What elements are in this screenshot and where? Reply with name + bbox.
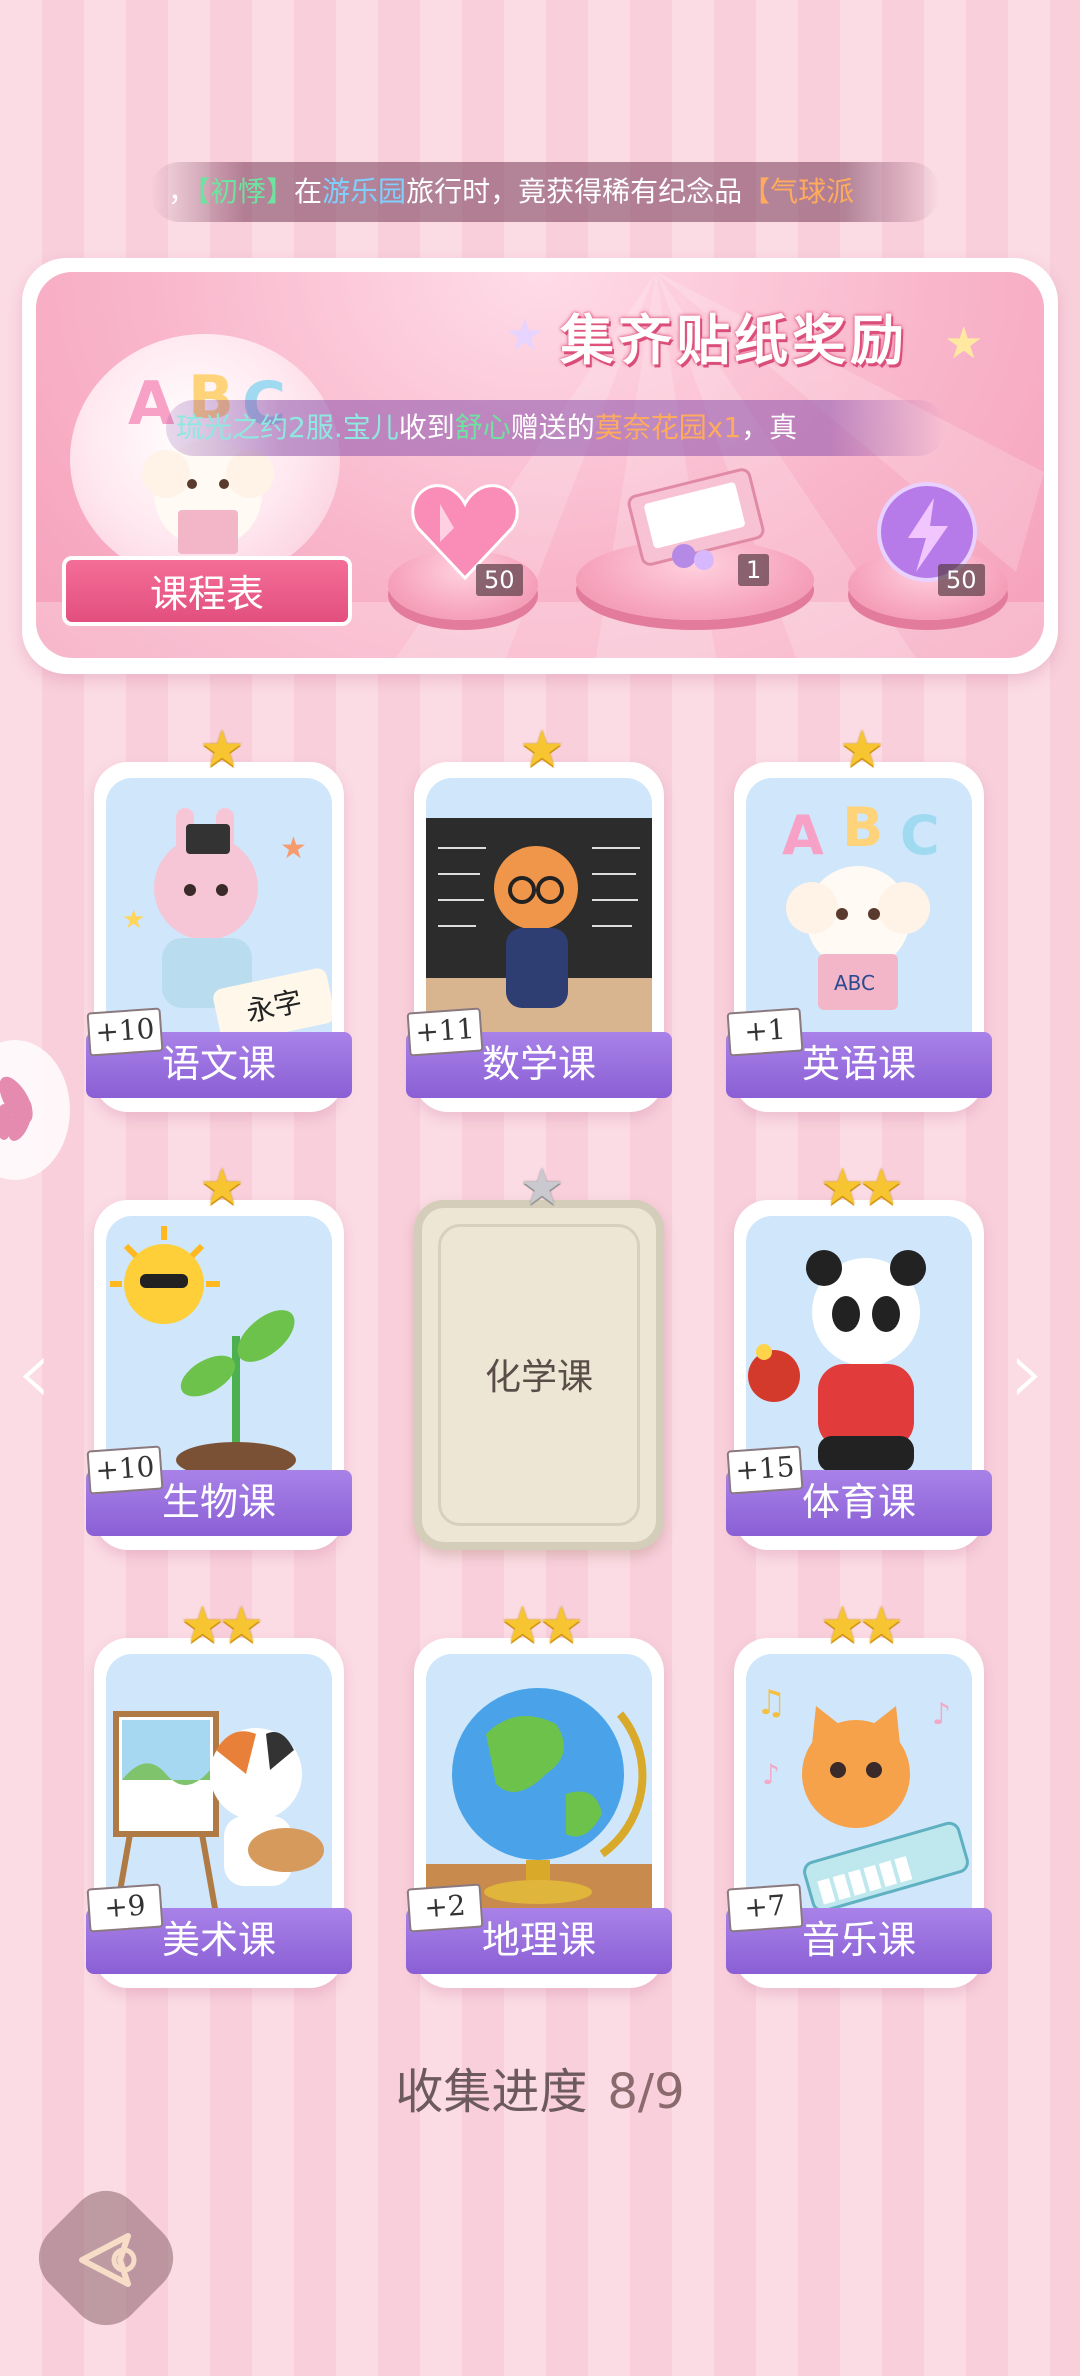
progress-value: 8/9 [607, 2064, 685, 2120]
collection-progress: 收集进度 8/9 [0, 2052, 1080, 2122]
course-card[interactable]: 美术课 +9 [86, 1638, 352, 1988]
side-menu-tab[interactable] [0, 1040, 70, 1180]
broadcast-text-2: 赠送的 [510, 411, 595, 444]
course-card[interactable]: 体育课 +15 [726, 1200, 992, 1550]
card-stars-icon: ★★ [820, 1596, 904, 1654]
star-decoration-icon: ★ [505, 310, 545, 361]
broadcast-giver: 舒心 [454, 411, 511, 444]
svg-text:C: C [900, 804, 940, 867]
marquee-player-name: 【初悸】 [196, 175, 295, 208]
course-card[interactable]: 永字 ★ ★ 语文课 +10 [86, 762, 352, 1112]
broadcast-gift: 莫奈花园x1 [594, 411, 742, 444]
course-card-slot: 生物课 +10 ★ [86, 1158, 352, 1550]
card-bonus-badge: +15 [726, 1445, 804, 1495]
svg-text:♪: ♪ [762, 1758, 780, 1791]
course-card-slot: 数学课 +11 ★ [406, 720, 672, 1112]
course-card[interactable]: ♫ ♪ ♪ 音乐课 +7 [726, 1638, 992, 1988]
marquee-text: 在 [294, 175, 323, 208]
marquee-place: 游乐园 [322, 175, 407, 208]
card-bonus-badge: +2 [406, 1883, 484, 1933]
course-card[interactable]: 数学课 +11 [406, 762, 672, 1112]
star-decoration-icon: ★ [944, 318, 984, 369]
card-stars-icon: ★ [519, 1158, 565, 1216]
broadcast-text-3: ，真 [741, 411, 798, 444]
svg-text:★: ★ [122, 905, 145, 935]
prev-page-arrow-icon[interactable]: ‹ [16, 1320, 52, 1425]
announcement-marquee: ，【初悸】在游乐园旅行时，竟获得稀有纪念品【气球派 [150, 162, 940, 222]
progress-label: 收集进度 [395, 2064, 588, 2120]
svg-text:★: ★ [280, 831, 307, 866]
course-card-slot: 地理课 +2 ★★ [406, 1596, 672, 1988]
course-card-slot: 永字 ★ ★ 语文课 +10 ★ [86, 720, 352, 1112]
svg-text:♪: ♪ [932, 1697, 951, 1732]
course-card[interactable]: 地理课 +2 [406, 1638, 672, 1988]
reward-count: 50 [938, 564, 985, 596]
course-card[interactable]: A B C ABC 英语课 +1 [726, 762, 992, 1112]
course-card-slot: A B C ABC 英语课 +1 ★ [726, 720, 992, 1112]
marquee-prefix: ， [168, 175, 197, 208]
course-card[interactable]: 生物课 +10 [86, 1200, 352, 1550]
card-stars-icon: ★★ [820, 1158, 904, 1216]
card-stars-icon: ★ [199, 1158, 245, 1216]
marquee-item: 【气球派 [742, 175, 855, 208]
card-bonus-badge: +10 [86, 1445, 164, 1495]
course-card-slot: 美术课 +9 ★★ [86, 1596, 352, 1988]
card-bonus-badge: +11 [406, 1007, 484, 1057]
svg-text:B: B [842, 796, 883, 859]
broadcast-text: 收到 [398, 411, 455, 444]
next-page-arrow-icon[interactable]: › [1010, 1320, 1046, 1425]
reward-count: 50 [476, 564, 523, 596]
card-stars-icon: ★ [839, 720, 885, 778]
card-stars-icon: ★★ [180, 1596, 264, 1654]
svg-text:A: A [782, 804, 824, 867]
course-card-slot: ♫ ♪ ♪ 音乐课 +7 ★★ [726, 1596, 992, 1988]
broadcast-sender: 琉光之约2服.宝儿 [176, 411, 399, 444]
card-stars-icon: ★ [199, 720, 245, 778]
reward-count: 1 [738, 554, 770, 586]
course-card-slot: 体育课 +15 ★★ [726, 1158, 992, 1550]
schedule-button[interactable]: 课程表 [62, 556, 352, 626]
card-stars-icon: ★ [519, 720, 565, 778]
svg-text:ABC: ABC [834, 971, 875, 995]
course-card-locked[interactable]: 化学课 [414, 1200, 664, 1550]
card-stars-icon: ★★ [500, 1596, 584, 1654]
card-bonus-badge: +1 [726, 1007, 804, 1057]
abc-snowglobe-icon: A B C [70, 334, 340, 584]
svg-text:♫: ♫ [756, 1683, 786, 1723]
card-bonus-badge: +7 [726, 1883, 804, 1933]
card-label: 化学课 [484, 1357, 593, 1398]
back-arrow-icon[interactable] [62, 2214, 152, 2304]
marquee-text-2: 旅行时，竟获得稀有纪念品 [406, 175, 743, 208]
banner-title: 集齐贴纸奖励 [560, 308, 908, 372]
card-bonus-badge: +9 [86, 1883, 164, 1933]
gift-broadcast-marquee: 琉光之约2服.宝儿收到舒心赠送的莫奈花园x1，真 [166, 400, 946, 456]
course-card-slot: 化学课 ★ [414, 1158, 664, 1550]
